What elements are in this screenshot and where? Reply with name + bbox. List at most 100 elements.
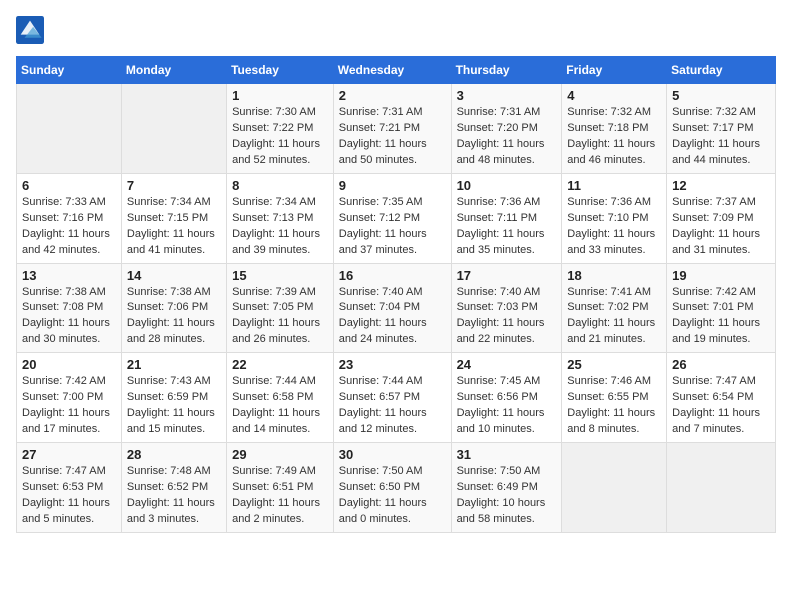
calendar-cell: 3 Sunrise: 7:31 AM Sunset: 7:20 PM Daylig… bbox=[451, 84, 562, 174]
page-header bbox=[16, 16, 776, 44]
logo bbox=[16, 16, 46, 44]
day-info: Sunrise: 7:30 AM Sunset: 7:22 PM Dayligh… bbox=[232, 105, 328, 169]
day-number: 25 bbox=[567, 357, 661, 372]
day-number: 2 bbox=[339, 88, 446, 103]
calendar-cell: 21 Sunrise: 7:43 AM Sunset: 6:59 PM Dayli… bbox=[121, 353, 226, 443]
calendar-cell: 4 Sunrise: 7:32 AM Sunset: 7:18 PM Daylig… bbox=[562, 84, 667, 174]
day-info: Sunrise: 7:32 AM Sunset: 7:17 PM Dayligh… bbox=[672, 105, 770, 169]
day-number: 9 bbox=[339, 178, 446, 193]
day-info: Sunrise: 7:41 AM Sunset: 7:02 PM Dayligh… bbox=[567, 285, 661, 349]
calendar-cell: 25 Sunrise: 7:46 AM Sunset: 6:55 PM Dayli… bbox=[562, 353, 667, 443]
calendar-cell: 24 Sunrise: 7:45 AM Sunset: 6:56 PM Dayli… bbox=[451, 353, 562, 443]
day-number: 12 bbox=[672, 178, 770, 193]
day-info: Sunrise: 7:46 AM Sunset: 6:55 PM Dayligh… bbox=[567, 374, 661, 438]
day-number: 31 bbox=[457, 447, 557, 462]
day-header: Friday bbox=[562, 57, 667, 84]
calendar-cell: 5 Sunrise: 7:32 AM Sunset: 7:17 PM Daylig… bbox=[667, 84, 776, 174]
calendar-cell: 26 Sunrise: 7:47 AM Sunset: 6:54 PM Dayli… bbox=[667, 353, 776, 443]
day-header: Saturday bbox=[667, 57, 776, 84]
day-info: Sunrise: 7:38 AM Sunset: 7:06 PM Dayligh… bbox=[127, 285, 221, 349]
day-number: 10 bbox=[457, 178, 557, 193]
day-info: Sunrise: 7:37 AM Sunset: 7:09 PM Dayligh… bbox=[672, 195, 770, 259]
calendar-cell: 1 Sunrise: 7:30 AM Sunset: 7:22 PM Daylig… bbox=[227, 84, 334, 174]
day-info: Sunrise: 7:44 AM Sunset: 6:57 PM Dayligh… bbox=[339, 374, 446, 438]
day-number: 19 bbox=[672, 268, 770, 283]
calendar-cell: 22 Sunrise: 7:44 AM Sunset: 6:58 PM Dayli… bbox=[227, 353, 334, 443]
day-header: Wednesday bbox=[333, 57, 451, 84]
day-info: Sunrise: 7:38 AM Sunset: 7:08 PM Dayligh… bbox=[22, 285, 116, 349]
day-number: 16 bbox=[339, 268, 446, 283]
calendar-cell: 17 Sunrise: 7:40 AM Sunset: 7:03 PM Dayli… bbox=[451, 263, 562, 353]
day-header: Thursday bbox=[451, 57, 562, 84]
day-info: Sunrise: 7:32 AM Sunset: 7:18 PM Dayligh… bbox=[567, 105, 661, 169]
day-number: 13 bbox=[22, 268, 116, 283]
calendar-cell: 6 Sunrise: 7:33 AM Sunset: 7:16 PM Daylig… bbox=[17, 173, 122, 263]
day-info: Sunrise: 7:36 AM Sunset: 7:11 PM Dayligh… bbox=[457, 195, 557, 259]
day-info: Sunrise: 7:34 AM Sunset: 7:13 PM Dayligh… bbox=[232, 195, 328, 259]
day-number: 11 bbox=[567, 178, 661, 193]
calendar-cell bbox=[667, 443, 776, 533]
calendar-cell bbox=[17, 84, 122, 174]
day-header: Monday bbox=[121, 57, 226, 84]
day-info: Sunrise: 7:50 AM Sunset: 6:49 PM Dayligh… bbox=[457, 464, 557, 528]
day-number: 27 bbox=[22, 447, 116, 462]
day-number: 26 bbox=[672, 357, 770, 372]
day-number: 24 bbox=[457, 357, 557, 372]
calendar-cell: 11 Sunrise: 7:36 AM Sunset: 7:10 PM Dayli… bbox=[562, 173, 667, 263]
day-info: Sunrise: 7:39 AM Sunset: 7:05 PM Dayligh… bbox=[232, 285, 328, 349]
calendar-cell: 7Sunrise: 7:34 AM Sunset: 7:15 PM Daylig… bbox=[121, 173, 226, 263]
day-info: Sunrise: 7:45 AM Sunset: 6:56 PM Dayligh… bbox=[457, 374, 557, 438]
day-number: 3 bbox=[457, 88, 557, 103]
calendar-cell bbox=[121, 84, 226, 174]
day-number: 28 bbox=[127, 447, 221, 462]
calendar-cell: 31 Sunrise: 7:50 AM Sunset: 6:49 PM Dayli… bbox=[451, 443, 562, 533]
calendar-cell: 13 Sunrise: 7:38 AM Sunset: 7:08 PM Dayli… bbox=[17, 263, 122, 353]
day-number: 6 bbox=[22, 178, 116, 193]
day-info: Sunrise: 7:42 AM Sunset: 7:00 PM Dayligh… bbox=[22, 374, 116, 438]
day-number: 1 bbox=[232, 88, 328, 103]
day-info: Sunrise: 7:36 AM Sunset: 7:10 PM Dayligh… bbox=[567, 195, 661, 259]
calendar-cell: 28 Sunrise: 7:48 AM Sunset: 6:52 PM Dayli… bbox=[121, 443, 226, 533]
calendar-cell: 15 Sunrise: 7:39 AM Sunset: 7:05 PM Dayli… bbox=[227, 263, 334, 353]
day-number: 15 bbox=[232, 268, 328, 283]
calendar-cell: 30Sunrise: 7:50 AM Sunset: 6:50 PM Dayli… bbox=[333, 443, 451, 533]
day-info: Sunrise: 7:43 AM Sunset: 6:59 PM Dayligh… bbox=[127, 374, 221, 438]
day-info: Sunrise: 7:47 AM Sunset: 6:54 PM Dayligh… bbox=[672, 374, 770, 438]
calendar-cell: 27 Sunrise: 7:47 AM Sunset: 6:53 PM Dayli… bbox=[17, 443, 122, 533]
calendar-cell: 2 Sunrise: 7:31 AM Sunset: 7:21 PM Daylig… bbox=[333, 84, 451, 174]
day-info: Sunrise: 7:40 AM Sunset: 7:03 PM Dayligh… bbox=[457, 285, 557, 349]
day-info: Sunrise: 7:34 AM Sunset: 7:15 PM Dayligh… bbox=[127, 195, 221, 259]
day-number: 8 bbox=[232, 178, 328, 193]
day-info: Sunrise: 7:44 AM Sunset: 6:58 PM Dayligh… bbox=[232, 374, 328, 438]
day-number: 5 bbox=[672, 88, 770, 103]
day-info: Sunrise: 7:48 AM Sunset: 6:52 PM Dayligh… bbox=[127, 464, 221, 528]
day-number: 14 bbox=[127, 268, 221, 283]
calendar-cell: 12 Sunrise: 7:37 AM Sunset: 7:09 PM Dayli… bbox=[667, 173, 776, 263]
day-number: 21 bbox=[127, 357, 221, 372]
day-info: Sunrise: 7:40 AM Sunset: 7:04 PM Dayligh… bbox=[339, 285, 446, 349]
day-info: Sunrise: 7:35 AM Sunset: 7:12 PM Dayligh… bbox=[339, 195, 446, 259]
day-info: Sunrise: 7:31 AM Sunset: 7:21 PM Dayligh… bbox=[339, 105, 446, 169]
day-number: 17 bbox=[457, 268, 557, 283]
day-number: 22 bbox=[232, 357, 328, 372]
calendar-cell: 9 Sunrise: 7:35 AM Sunset: 7:12 PM Daylig… bbox=[333, 173, 451, 263]
day-info: Sunrise: 7:42 AM Sunset: 7:01 PM Dayligh… bbox=[672, 285, 770, 349]
calendar-cell: 20 Sunrise: 7:42 AM Sunset: 7:00 PM Dayli… bbox=[17, 353, 122, 443]
day-number: 20 bbox=[22, 357, 116, 372]
day-info: Sunrise: 7:47 AM Sunset: 6:53 PM Dayligh… bbox=[22, 464, 116, 528]
day-number: 18 bbox=[567, 268, 661, 283]
calendar-cell: 23 Sunrise: 7:44 AM Sunset: 6:57 PM Dayli… bbox=[333, 353, 451, 443]
day-info: Sunrise: 7:49 AM Sunset: 6:51 PM Dayligh… bbox=[232, 464, 328, 528]
calendar-cell: 19 Sunrise: 7:42 AM Sunset: 7:01 PM Dayli… bbox=[667, 263, 776, 353]
day-number: 23 bbox=[339, 357, 446, 372]
calendar-cell: 16 Sunrise: 7:40 AM Sunset: 7:04 PM Dayli… bbox=[333, 263, 451, 353]
day-info: Sunrise: 7:50 AM Sunset: 6:50 PM Dayligh… bbox=[339, 464, 446, 528]
day-number: 4 bbox=[567, 88, 661, 103]
day-info: Sunrise: 7:33 AM Sunset: 7:16 PM Dayligh… bbox=[22, 195, 116, 259]
day-number: 29 bbox=[232, 447, 328, 462]
calendar-cell: 29 Sunrise: 7:49 AM Sunset: 6:51 PM Dayli… bbox=[227, 443, 334, 533]
calendar-cell: 8 Sunrise: 7:34 AM Sunset: 7:13 PM Daylig… bbox=[227, 173, 334, 263]
day-info: Sunrise: 7:31 AM Sunset: 7:20 PM Dayligh… bbox=[457, 105, 557, 169]
calendar-cell: 18 Sunrise: 7:41 AM Sunset: 7:02 PM Dayli… bbox=[562, 263, 667, 353]
day-header: Tuesday bbox=[227, 57, 334, 84]
